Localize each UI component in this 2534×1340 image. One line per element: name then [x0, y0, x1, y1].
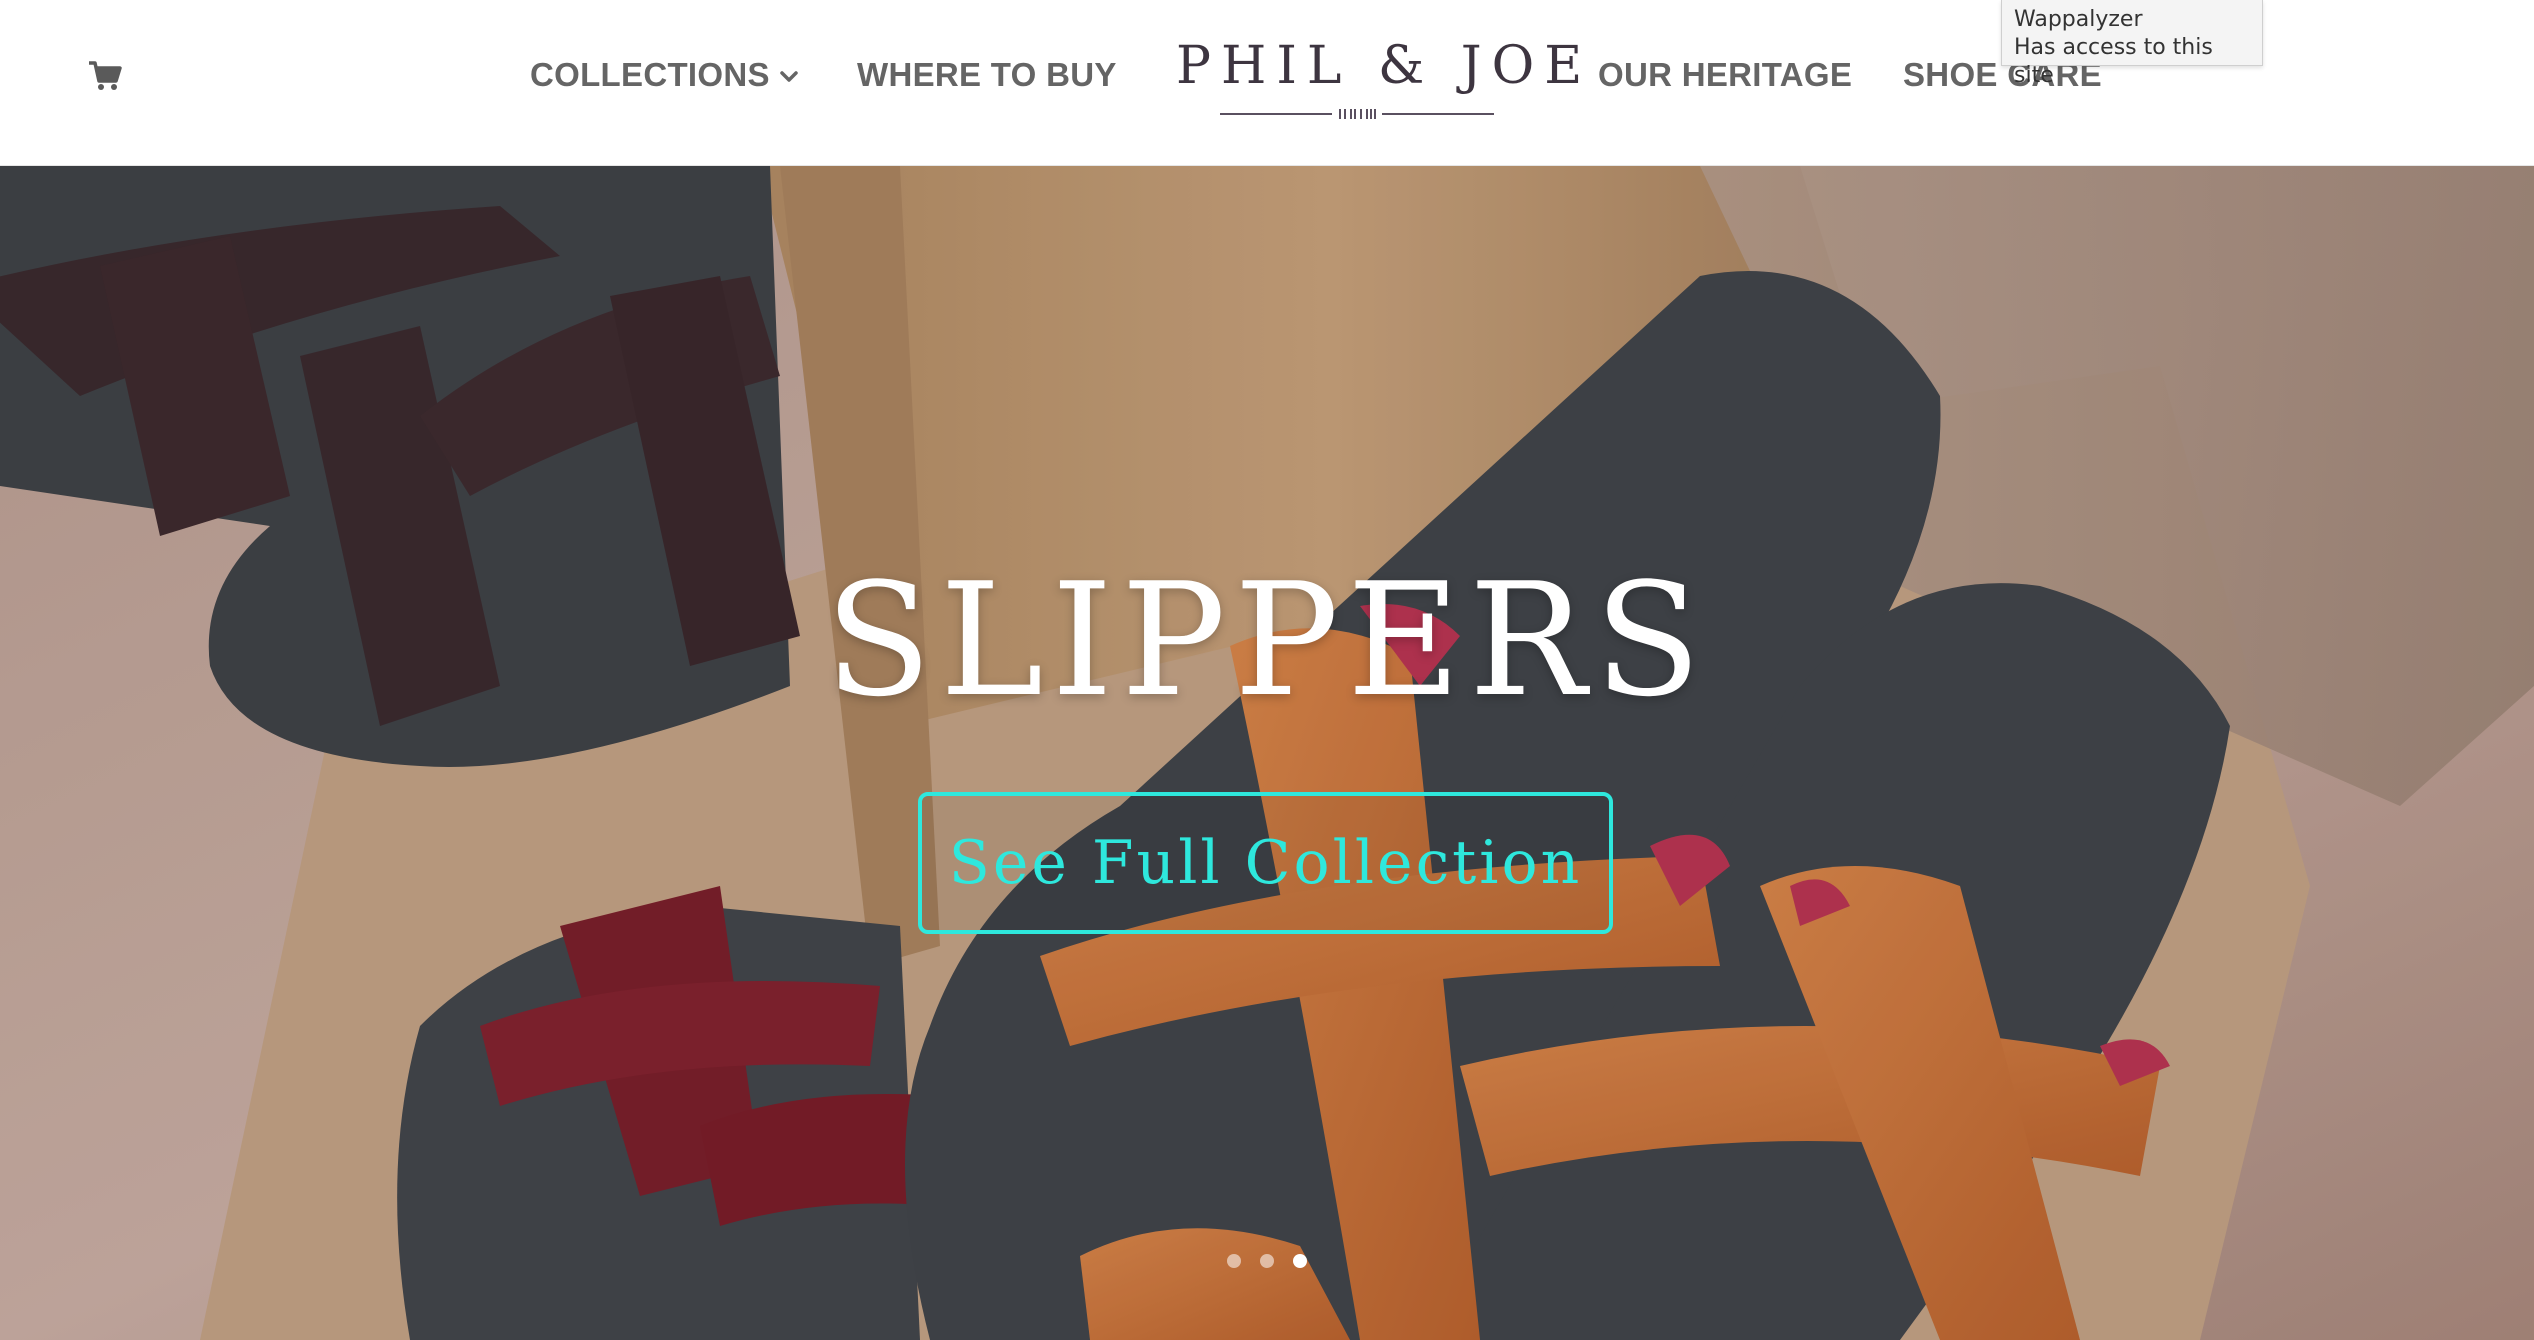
nav-our-heritage[interactable]: OUR HERITAGE [1598, 56, 1852, 94]
hero-slider: SLIPPERS See Full Collection [0, 166, 2534, 1340]
chevron-down-icon[interactable] [780, 70, 798, 84]
slider-pagination [1221, 1254, 1311, 1274]
logo-text: PHIL & JOE [1176, 36, 1593, 96]
site-logo[interactable]: PHIL & JOE [1176, 36, 1593, 126]
nav-collections[interactable]: COLLECTIONS [530, 56, 770, 94]
see-full-collection-button[interactable]: See Full Collection [918, 792, 1613, 934]
extension-tooltip: Wappalyzer Has access to this site [2001, 0, 2263, 88]
nav-where-to-buy[interactable]: WHERE TO BUY [857, 56, 1117, 94]
slider-dot-1[interactable] [1227, 1254, 1241, 1268]
logo-underline-mark [1220, 109, 1494, 119]
extension-tooltip-message: Has access to this site [2014, 35, 2213, 88]
slider-dot-3[interactable] [1293, 1254, 1307, 1268]
hero-title: SLIPPERS [824, 549, 1710, 731]
hero-overlay [0, 166, 2534, 1340]
extension-tooltip-title: Wappalyzer [2014, 7, 2143, 32]
slider-dot-2[interactable] [1260, 1254, 1274, 1268]
shopping-cart-icon[interactable] [88, 60, 122, 92]
